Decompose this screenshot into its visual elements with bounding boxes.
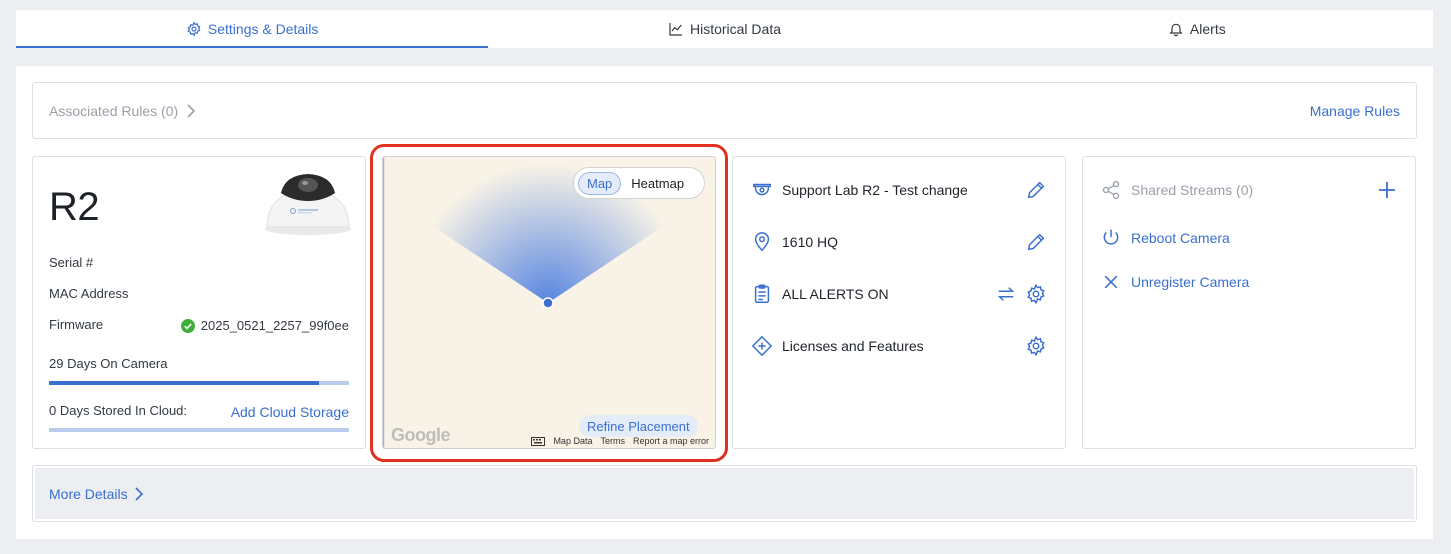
tab-bar: Settings & Details Historical Data Alert… [16,10,1433,48]
mac-address-label: MAC Address [49,286,129,301]
licenses-label: Licenses and Features [782,338,924,354]
alerts-status: ALL ALERTS ON [782,286,889,302]
swap-arrows-icon[interactable] [995,283,1017,305]
camera-info-card: Support Lab R2 - Test change 1610 HQ ALL… [732,156,1066,449]
associated-rules-label: Associated Rules (0) [49,103,179,119]
tab-label: Settings & Details [207,21,319,37]
location-label: 1610 HQ [782,234,839,250]
more-details-inner [35,468,1414,519]
clipboard-icon [754,284,770,303]
camera-label: Support Lab R2 - Test change [782,182,968,198]
unregister-camera-label: Unregister Camera [1131,274,1250,290]
associated-rules-link[interactable]: Associated Rules (0) [49,103,196,119]
map-heatmap-toggle: Map Heatmap [573,167,705,199]
shared-streams-label: Shared Streams (0) [1131,182,1254,198]
main-panel: Associated Rules (0) Manage Rules R2 Ser… [16,66,1433,539]
reboot-camera-label: Reboot Camera [1131,230,1230,246]
bell-icon [1169,23,1183,37]
firmware-label: Firmware [49,317,104,332]
terms-link[interactable]: Terms [600,436,625,446]
days-on-camera-fill [49,381,319,385]
report-map-error-link[interactable]: Report a map error [633,436,709,446]
edit-pencil-icon[interactable] [1025,179,1047,201]
camera-name: R2 [49,185,100,229]
edit-pencil-icon[interactable] [1025,231,1047,253]
map-data-link[interactable]: Map Data [553,436,592,446]
camera-summary-card: R2 Serial # MAC Address Firmware 2025_05… [32,156,366,449]
gear-icon[interactable] [1025,283,1047,305]
heatmap-option[interactable]: Heatmap [623,173,692,194]
camera-actions-card: Shared Streams (0) Reboot Camera Unregis… [1082,156,1416,449]
power-icon [1103,229,1119,245]
check-circle-icon [180,318,195,333]
reboot-camera-button[interactable]: Reboot Camera [1101,226,1397,250]
cloud-storage-bar [49,428,349,432]
google-logo: Google [391,425,451,445]
map-option[interactable]: Map [578,171,622,195]
more-details-label: More Details [49,486,128,502]
days-cloud-label: 0 Days Stored In Cloud: [49,403,188,418]
more-details-bar: More Details [32,465,1417,522]
manage-rules-link[interactable]: Manage Rules [1310,103,1400,119]
diamond-sparkle-icon [751,335,773,357]
location-pin-icon [754,232,770,252]
firmware-version: 2025_0521_2257_99f0ee [200,318,349,333]
map-footer: Map Data Terms Report a map error [531,436,709,446]
camera-label-row: Support Lab R2 - Test change [751,177,1047,203]
add-cloud-storage-link[interactable]: Add Cloud Storage [231,404,349,420]
tab-settings-details[interactable]: Settings & Details [16,10,489,48]
days-on-camera-label: 29 Days On Camera [49,356,168,371]
dome-camera-image [265,174,351,235]
serial-label: Serial # [49,255,94,270]
gear-icon[interactable] [1025,335,1047,357]
line-chart-icon [669,23,682,36]
tab-label: Historical Data [689,21,781,37]
plus-icon[interactable] [1377,180,1397,200]
more-details-link[interactable]: More Details [49,486,144,502]
tab-historical-data[interactable]: Historical Data [488,10,960,48]
licenses-row: Licenses and Features [751,333,1047,359]
dome-camera-icon [753,183,771,196]
close-icon [1104,275,1118,289]
shared-streams-row: Shared Streams (0) [1101,178,1397,202]
days-on-camera-bar [49,381,349,385]
field-of-view-cone [383,157,668,448]
share-icon [1102,181,1120,199]
gear-icon [187,21,201,37]
firmware-value: 2025_0521_2257_99f0ee [180,318,349,333]
refine-placement-button[interactable]: Refine Placement [579,415,698,437]
tab-alerts[interactable]: Alerts [961,10,1433,48]
tab-label: Alerts [1189,21,1226,37]
associated-rules-bar: Associated Rules (0) Manage Rules [32,82,1417,139]
unregister-camera-button[interactable]: Unregister Camera [1101,270,1397,294]
chevron-right-icon [135,487,143,501]
keyboard-icon[interactable] [531,436,546,446]
chevron-right-icon [187,104,196,118]
location-row: 1610 HQ [751,229,1047,255]
alerts-row: ALL ALERTS ON [751,281,1047,307]
camera-map[interactable]: Map Heatmap Refine Placement Google Map … [382,156,716,449]
